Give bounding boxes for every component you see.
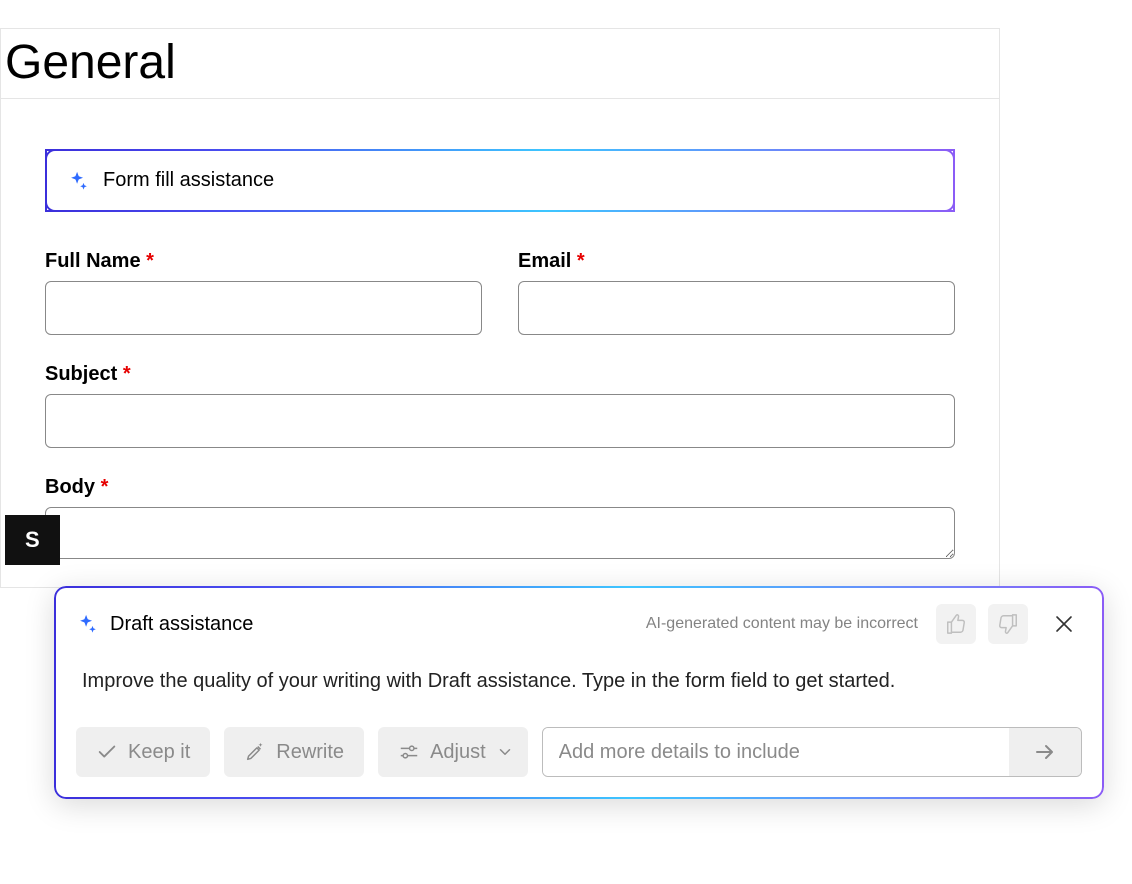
draft-panel-header: Draft assistance AI-generated content ma… xyxy=(76,604,1082,644)
textarea-body[interactable] xyxy=(45,507,955,559)
thumbs-up-button[interactable] xyxy=(936,604,976,644)
page-title: General xyxy=(1,29,999,99)
thumbs-up-icon xyxy=(945,613,967,635)
input-subject[interactable] xyxy=(45,394,955,448)
thumbs-down-icon xyxy=(997,613,1019,635)
sparkle-icon xyxy=(67,170,89,192)
draft-assistance-panel: Draft assistance AI-generated content ma… xyxy=(54,586,1104,799)
ai-disclaimer: AI-generated content may be incorrect xyxy=(646,615,918,633)
field-group-full-name: Full Name * xyxy=(45,250,482,335)
required-marker: * xyxy=(577,250,585,272)
form-row-name-email: Full Name * Email * xyxy=(45,250,955,335)
required-marker: * xyxy=(123,363,131,385)
field-group-email: Email * xyxy=(518,250,955,335)
input-email[interactable] xyxy=(518,281,955,335)
add-details-field xyxy=(542,727,1082,777)
close-button[interactable] xyxy=(1046,606,1082,642)
sliders-icon xyxy=(398,741,420,763)
sparkle-icon xyxy=(76,613,98,635)
field-group-body: Body * xyxy=(45,476,955,559)
label-subject: Subject * xyxy=(45,363,955,386)
chevron-down-icon xyxy=(496,743,514,761)
form-fill-assistance-label: Form fill assistance xyxy=(103,169,274,192)
required-marker: * xyxy=(101,476,109,498)
required-marker: * xyxy=(146,250,154,272)
label-body: Body * xyxy=(45,476,955,499)
arrow-right-icon xyxy=(1033,740,1057,764)
rewrite-icon xyxy=(244,741,266,763)
checkmark-icon xyxy=(96,741,118,763)
draft-panel-actions: Keep it Rewrite Adjust xyxy=(76,727,1082,777)
page-container: General Form fill assistance Full Name *… xyxy=(0,28,1000,588)
draft-panel-title: Draft assistance xyxy=(110,613,253,636)
rewrite-button[interactable]: Rewrite xyxy=(224,727,364,777)
send-button[interactable] xyxy=(1009,728,1081,776)
label-full-name: Full Name * xyxy=(45,250,482,273)
keep-it-button[interactable]: Keep it xyxy=(76,727,210,777)
form-fill-assistance-banner[interactable]: Form fill assistance xyxy=(45,149,955,212)
submit-button[interactable]: S xyxy=(5,515,60,565)
input-full-name[interactable] xyxy=(45,281,482,335)
label-email: Email * xyxy=(518,250,955,273)
adjust-button[interactable]: Adjust xyxy=(378,727,528,777)
form-area: Form fill assistance Full Name * Email * xyxy=(1,99,999,559)
thumbs-down-button[interactable] xyxy=(988,604,1028,644)
add-details-input[interactable] xyxy=(543,728,1009,776)
close-icon xyxy=(1055,615,1073,633)
field-group-subject: Subject * xyxy=(45,363,955,448)
draft-panel-message: Improve the quality of your writing with… xyxy=(82,670,1082,693)
